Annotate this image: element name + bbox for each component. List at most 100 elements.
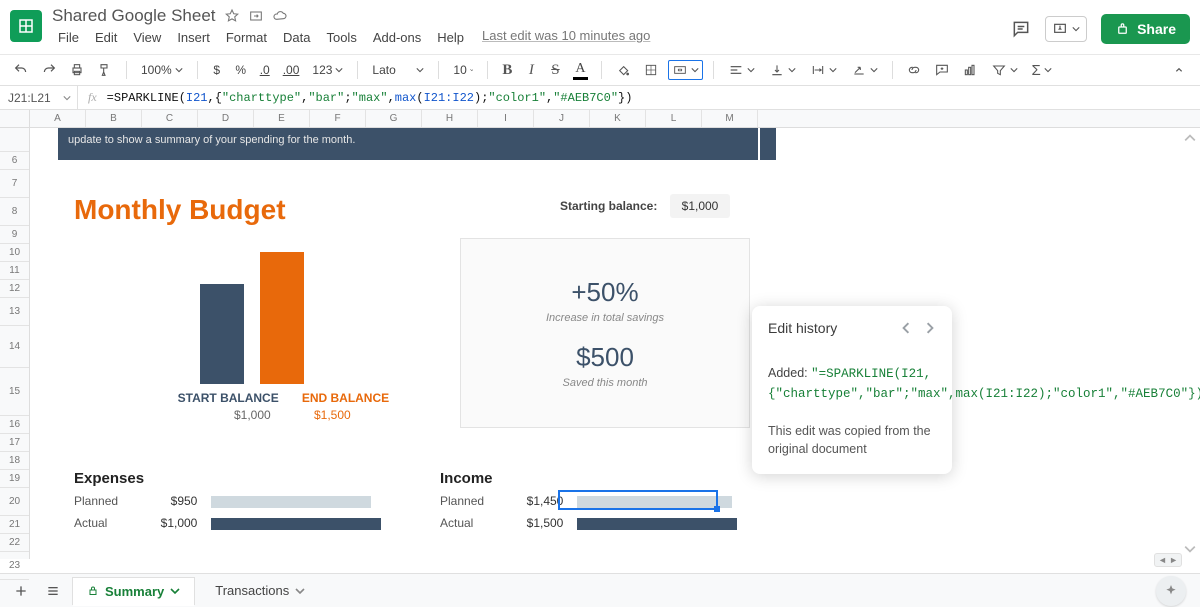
decrease-decimals-button[interactable]: .0 [256, 59, 274, 81]
col-header-D[interactable]: D [198, 110, 254, 127]
value[interactable]: $1,000 [147, 516, 197, 530]
menu-file[interactable]: File [52, 28, 85, 47]
wrap-button[interactable] [806, 62, 841, 78]
scroll-down-icon[interactable] [1184, 543, 1196, 555]
filter-icon[interactable] [987, 62, 1022, 78]
menu-data[interactable]: Data [277, 28, 316, 47]
row-header-23[interactable]: 23 [0, 552, 29, 580]
menu-view[interactable]: View [127, 28, 167, 47]
row-header-22[interactable]: 22 [0, 534, 29, 552]
prev-edit-icon[interactable] [900, 322, 912, 334]
horizontal-nav-pill[interactable]: ◄► [1154, 553, 1182, 567]
col-header-L[interactable]: L [646, 110, 702, 127]
print-icon[interactable] [66, 59, 88, 81]
zoom-select[interactable]: 100% [137, 63, 187, 77]
row-header-8[interactable]: 8 [0, 198, 29, 226]
value[interactable]: $1,450 [513, 494, 563, 508]
row-header-19[interactable]: 19 [0, 470, 29, 488]
next-edit-icon[interactable] [924, 322, 936, 334]
increase-decimals-button[interactable]: .00 [280, 59, 303, 81]
row-header-11[interactable]: 11 [0, 262, 29, 280]
value[interactable]: $1,500 [513, 516, 563, 530]
v-align-button[interactable] [765, 62, 800, 78]
row-header-7[interactable]: 7 [0, 170, 29, 198]
col-header-I[interactable]: I [478, 110, 534, 127]
tab-summary[interactable]: Summary [72, 577, 195, 605]
tab-caret-icon[interactable] [170, 586, 180, 596]
star-icon[interactable] [224, 8, 240, 24]
menu-format[interactable]: Format [220, 28, 273, 47]
collapse-toolbar-icon[interactable] [1168, 59, 1190, 81]
tab-caret-icon[interactable] [295, 586, 305, 596]
starting-balance-value[interactable]: $1,000 [670, 194, 730, 218]
title-row: Shared Google Sheet [52, 6, 650, 26]
row-header-12[interactable]: 12 [0, 280, 29, 298]
redo-icon[interactable] [38, 59, 60, 81]
present-button[interactable] [1045, 16, 1087, 42]
row-header-16[interactable]: 16 [0, 416, 29, 434]
row-header-9[interactable]: 9 [0, 226, 29, 244]
col-header-H[interactable]: H [422, 110, 478, 127]
link-icon[interactable] [903, 59, 925, 81]
fill-color-button[interactable] [612, 59, 634, 81]
col-header-B[interactable]: B [86, 110, 142, 127]
menu-addons[interactable]: Add-ons [367, 28, 427, 47]
col-header-J[interactable]: J [534, 110, 590, 127]
last-edit[interactable]: Last edit was 10 minutes ago [482, 28, 650, 47]
menu-tools[interactable]: Tools [320, 28, 362, 47]
name-box[interactable]: J21:L21 [0, 86, 78, 109]
chart-icon[interactable] [959, 59, 981, 81]
move-icon[interactable] [248, 8, 264, 24]
explore-fab[interactable] [1156, 576, 1186, 606]
format-percent-button[interactable]: % [232, 59, 250, 81]
borders-button[interactable] [640, 59, 662, 81]
col-header-C[interactable]: C [142, 110, 198, 127]
value[interactable]: $950 [147, 494, 197, 508]
col-header-A[interactable]: A [30, 110, 86, 127]
doc-title[interactable]: Shared Google Sheet [52, 6, 216, 26]
italic-button[interactable]: I [522, 59, 540, 81]
h-align-button[interactable] [724, 62, 759, 78]
row-header-18[interactable]: 18 [0, 452, 29, 470]
more-formats-select[interactable]: 123 [308, 63, 347, 77]
functions-icon[interactable]: Σ [1028, 62, 1056, 79]
bold-button[interactable]: B [498, 59, 516, 81]
comment-icon[interactable] [931, 59, 953, 81]
row-header-17[interactable]: 17 [0, 434, 29, 452]
share-button[interactable]: Share [1101, 14, 1190, 44]
font-select[interactable]: Lato [368, 63, 428, 77]
paint-format-icon[interactable] [94, 59, 116, 81]
formula-input[interactable]: =SPARKLINE(I21,{"charttype","bar";"max",… [107, 91, 633, 105]
strike-button[interactable]: S [546, 59, 564, 81]
menu-help[interactable]: Help [431, 28, 470, 47]
cloud-icon[interactable] [272, 8, 288, 24]
menu-edit[interactable]: Edit [89, 28, 123, 47]
scroll-up-icon[interactable] [1184, 132, 1196, 144]
col-header-E[interactable]: E [254, 110, 310, 127]
row-header-gap [0, 128, 29, 152]
comments-icon[interactable] [1011, 19, 1031, 39]
add-sheet-button[interactable] [8, 578, 34, 604]
select-all-corner[interactable] [0, 110, 30, 127]
grid[interactable]: update to show a summary of your spendin… [30, 128, 1200, 559]
menu-insert[interactable]: Insert [171, 28, 216, 47]
row-header-10[interactable]: 10 [0, 244, 29, 262]
col-header-M[interactable]: M [702, 110, 758, 127]
merge-cells-button[interactable] [668, 60, 703, 80]
row-header-6[interactable]: 6 [0, 152, 29, 170]
row-header-13[interactable]: 13 [0, 298, 29, 326]
row-header-20[interactable]: 20 [0, 488, 29, 516]
format-currency-button[interactable]: $ [208, 59, 226, 81]
font-size-select[interactable]: 10 [449, 63, 477, 77]
row-header-14[interactable]: 14 [0, 326, 29, 368]
col-header-G[interactable]: G [366, 110, 422, 127]
row-header-21[interactable]: 21 [0, 516, 29, 534]
text-color-button[interactable]: A [570, 59, 590, 81]
rotate-button[interactable] [847, 62, 882, 78]
tab-transactions[interactable]: Transactions [201, 577, 319, 605]
col-header-F[interactable]: F [310, 110, 366, 127]
all-sheets-button[interactable] [40, 578, 66, 604]
undo-icon[interactable] [10, 59, 32, 81]
row-header-15[interactable]: 15 [0, 368, 29, 416]
col-header-K[interactable]: K [590, 110, 646, 127]
